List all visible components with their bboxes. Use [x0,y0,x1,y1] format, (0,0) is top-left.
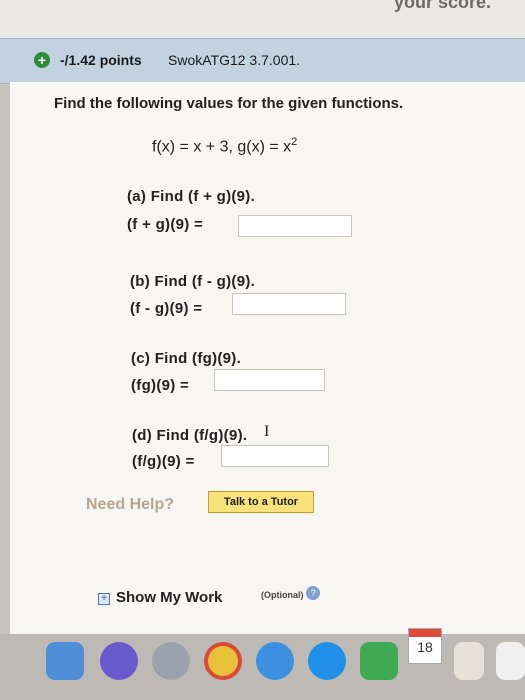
show-my-work-label[interactable]: Show My Work [116,589,222,606]
maps-icon[interactable] [360,642,398,680]
finder-icon[interactable] [46,642,84,680]
part-a-answer-input[interactable] [238,215,352,237]
app-icon[interactable] [496,642,525,680]
part-a-answer-label: (f + g)(9) = [127,216,204,233]
question-id: SwokATG12 3.7.001. [168,52,301,68]
part-c-question: (c) Find (fg)(9). [131,350,242,367]
part-d-question: (d) Find (f/g)(9). [132,427,248,444]
score-text: your score. [393,0,491,12]
show-work-toggle-icon[interactable]: + [98,593,110,605]
safari-icon[interactable] [256,642,294,680]
question-header: + -/1.42 points SwokATG12 3.7.001. [0,38,525,84]
text-cursor-icon: I [264,423,270,440]
launchpad-icon[interactable] [152,642,190,680]
part-c-answer-input[interactable] [214,369,325,391]
part-a-question: (a) Find (f + g)(9). [127,188,256,205]
calendar-icon[interactable]: 18 [408,628,442,664]
top-strip: your score. [0,0,525,38]
points-label: -/1.42 points [60,52,142,68]
part-b-answer-input[interactable] [232,293,346,315]
g-exponent: 2 [291,136,298,148]
help-icon[interactable]: ? [306,586,320,600]
part-d-answer-input[interactable] [221,445,329,467]
g-definition: g(x) = x [237,138,292,156]
expand-plus-icon[interactable]: + [34,52,50,68]
question-card [10,82,525,634]
part-d-answer-label: (f/g)(9) = [132,453,195,470]
calendar-header [409,629,441,637]
calendar-day: 18 [417,639,433,655]
part-b-answer-label: (f - g)(9) = [130,300,203,317]
talk-to-tutor-button[interactable]: Talk to a Tutor [208,491,314,513]
function-definitions: f(x) = x + 3, g(x) = x2 [152,136,298,156]
app-store-icon[interactable] [308,642,346,680]
f-definition: f(x) = x + 3 [152,138,229,156]
part-b-question: (b) Find (f - g)(9). [130,273,256,290]
optional-label: (Optional) [261,590,304,600]
part-c-answer-label: (fg)(9) = [131,377,190,394]
need-help-label: Need Help? [86,496,175,513]
question-prompt: Find the following values for the given … [54,95,404,112]
chrome-icon[interactable] [204,642,242,680]
siri-icon[interactable] [100,642,138,680]
notes-icon[interactable] [454,642,484,680]
